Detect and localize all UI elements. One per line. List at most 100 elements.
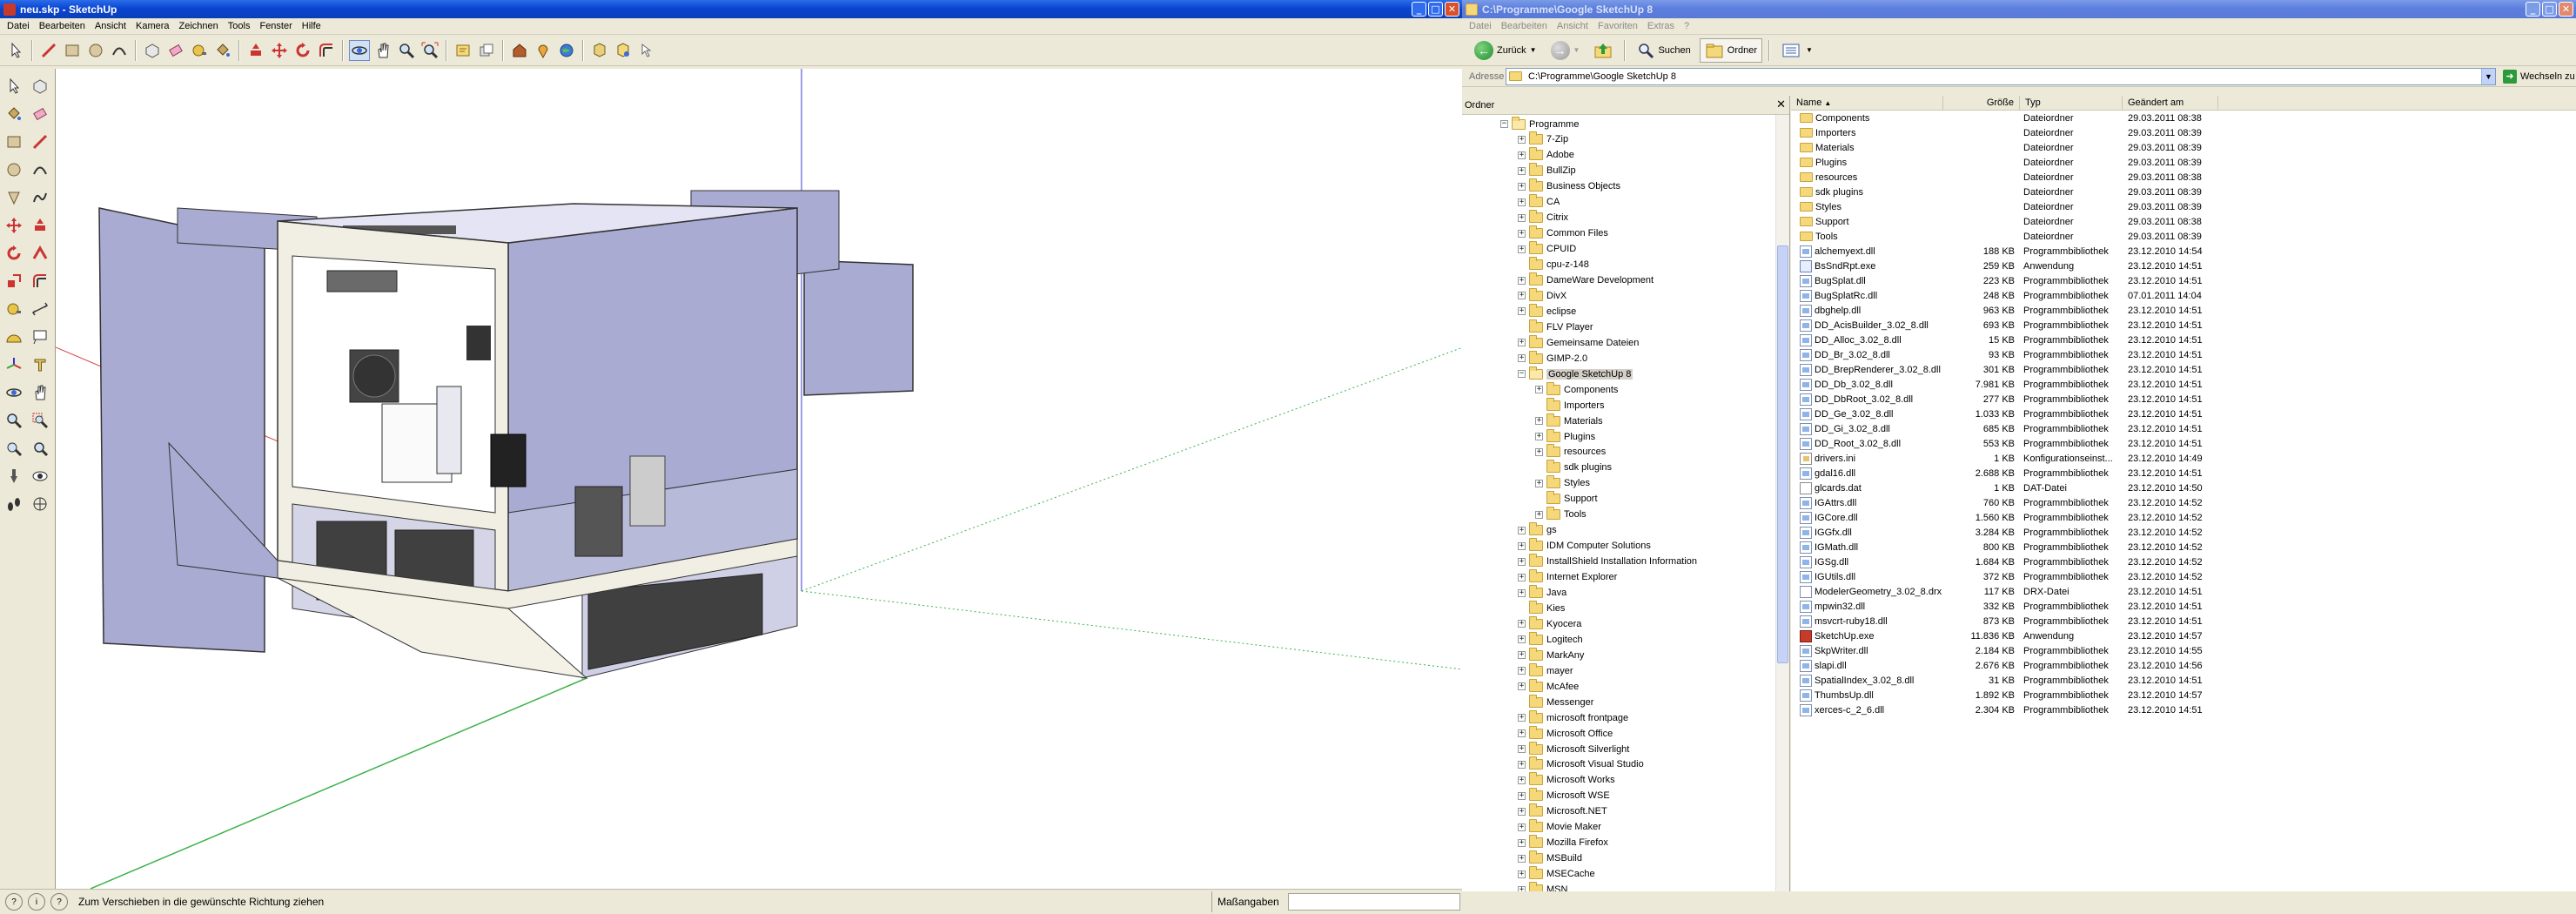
menu-datei[interactable]: Datei [7,21,30,31]
file-row[interactable]: DD_Ge_3.02_8.dll 1.033 KB Programmbiblioth… [1791,407,2576,421]
file-row[interactable]: DD_Db_3.02_8.dll 7.981 KB Programmbiblioth… [1791,377,2576,392]
file-row[interactable]: DD_AcisBuilder_3.02_8.dll 693 KB Programmb… [1791,318,2576,333]
tree-item[interactable]: + Microsoft Works [1518,772,1615,788]
column-name[interactable]: Name ▲ [1791,96,1943,110]
file-row[interactable]: gdal16.dll 2.688 KB Programmbibliothek 23.1… [1791,466,2576,481]
zoom-window-icon[interactable] [29,408,51,433]
expand-icon[interactable]: + [1518,151,1526,159]
file-row[interactable]: SkpWriter.dll 2.184 KB Programmbibliothek 2… [1791,643,2576,658]
section-plane-icon[interactable] [29,492,51,516]
menu-ansicht[interactable]: Ansicht [1557,21,1588,31]
file-row[interactable]: SpatialIndex_3.02_8.dll 31 KB Programmbibl… [1791,673,2576,688]
tree-item[interactable]: + MSN [1518,882,1567,891]
tree-item[interactable]: + Java [1518,585,1566,601]
collapse-icon[interactable]: − [1518,370,1526,379]
rotate-tool-icon[interactable] [3,241,25,265]
expand-icon[interactable]: + [1535,417,1543,426]
expand-icon[interactable]: + [1518,182,1526,191]
tree-item[interactable]: + IDM Computer Solutions [1518,538,1651,554]
file-row[interactable]: drivers.ini 1 KB Konfigurationseinst... 23.… [1791,451,2576,466]
tree-item[interactable]: − Programme [1500,116,1579,131]
menu-extras[interactable]: Extras [1647,21,1674,31]
tree-item[interactable]: + mayer [1518,662,1573,678]
expand-icon[interactable]: + [1518,573,1526,581]
expand-icon[interactable]: + [1518,229,1526,238]
tree-item[interactable]: + Mozilla Firefox [1518,835,1608,850]
minimize-button[interactable]: _ [1412,2,1426,17]
tree-item[interactable]: + Tools [1535,507,1587,522]
close-button[interactable]: ✕ [1445,2,1459,17]
expand-icon[interactable]: + [1518,354,1526,363]
tree-item[interactable]: + GIMP-2.0 [1518,350,1587,366]
expand-icon[interactable]: + [1518,838,1526,847]
offset-tool-icon[interactable] [316,40,337,61]
tape-measure-icon[interactable] [189,40,210,61]
tree-item[interactable]: + Common Files [1518,225,1608,241]
file-row[interactable]: ThumbsUp.dll 1.892 KB Programmbibliothek 23… [1791,688,2576,702]
menu-hilfe[interactable]: Hilfe [302,21,321,31]
protractor-icon[interactable] [3,325,25,349]
expand-icon[interactable]: + [1518,667,1526,675]
expand-icon[interactable]: + [1518,870,1526,878]
arc-tool-icon[interactable] [29,158,51,182]
help-icon[interactable]: ? [50,893,68,911]
file-row[interactable]: Components Dateiordner 29.03.2011 08:38 [1791,111,2576,125]
text-tool-icon[interactable] [29,325,51,349]
tree-item[interactable]: + CPUID [1518,241,1576,257]
tree-item[interactable]: + eclipse [1518,303,1576,319]
previous-view-icon[interactable] [3,436,25,460]
tree-item[interactable]: + CA [1518,194,1560,210]
folders-button[interactable]: Ordner [1699,37,1763,63]
tree-item[interactable]: + Citrix [1518,210,1568,225]
paint-bucket-icon[interactable] [212,40,233,61]
get-models-icon[interactable] [453,40,473,61]
3d-model-drawing[interactable] [56,69,1462,889]
expand-icon[interactable]: + [1535,386,1543,394]
file-row[interactable]: xerces-c_2_6.dll 2.304 KB Programmbiblioth… [1791,702,2576,717]
file-row[interactable]: DD_Alloc_3.02_8.dll 15 KB Programmbiblioth… [1791,333,2576,347]
interact-icon[interactable] [636,40,657,61]
tree-item[interactable]: + Microsoft WSE [1518,788,1610,803]
menu-bearbeiten[interactable]: Bearbeiten [39,21,85,31]
column-size[interactable]: Größe [1943,96,2020,110]
axes-tool-icon[interactable] [3,353,25,377]
menu-ansicht[interactable]: Ansicht [95,21,126,31]
tree-item[interactable]: + Kyocera [1518,615,1581,631]
position-camera-icon[interactable] [3,464,25,488]
chevron-down-icon[interactable]: ▼ [2481,68,2495,84]
share-model-icon[interactable] [476,40,497,61]
expand-icon[interactable]: + [1535,479,1543,487]
column-type[interactable]: Typ [2020,96,2123,110]
zoom-tool-icon[interactable] [396,40,417,61]
select-tool-icon[interactable] [3,74,25,98]
expand-icon[interactable]: + [1535,447,1543,456]
tree-item[interactable]: cpu-z-148 [1518,257,1589,272]
component-options-icon[interactable] [589,40,610,61]
tree-item[interactable]: + resources [1535,444,1606,460]
file-row[interactable]: BsSndRpt.exe 259 KB Anwendung 23.12.2010 14… [1791,259,2576,273]
expand-icon[interactable]: + [1518,557,1526,566]
expand-icon[interactable]: + [1518,213,1526,222]
expand-icon[interactable]: + [1518,245,1526,253]
expand-icon[interactable]: + [1518,307,1526,316]
dimension-tool-icon[interactable] [29,297,51,321]
tree-item[interactable]: + Plugins [1535,428,1595,444]
expand-icon[interactable]: + [1535,510,1543,519]
tree-item[interactable]: Kies [1518,600,1565,615]
file-row[interactable]: mpwin32.dll 332 KB Programmbibliothek 23.12… [1791,599,2576,614]
modeling-viewport[interactable] [55,69,1462,889]
tree-item[interactable]: Importers [1535,397,1604,413]
eraser-tool-icon[interactable] [29,102,51,126]
expand-icon[interactable]: + [1518,526,1526,534]
rotate-tool-icon[interactable] [292,40,313,61]
go-button[interactable]: ➜ Wechseln zu [2503,69,2575,84]
menu-zeichnen[interactable]: Zeichnen [179,21,218,31]
tape-measure-icon[interactable] [3,297,25,321]
tree-item[interactable]: + Components [1535,381,1618,397]
tree-item[interactable]: + MSBuild [1518,850,1582,866]
menu-tools[interactable]: Tools [228,21,251,31]
file-row[interactable]: DD_Root_3.02_8.dll 553 KB Programmbiblioth… [1791,436,2576,451]
pan-tool-icon[interactable] [29,380,51,405]
follow-me-icon[interactable] [29,241,51,265]
tree-item[interactable]: − Google SketchUp 8 [1518,366,1633,381]
